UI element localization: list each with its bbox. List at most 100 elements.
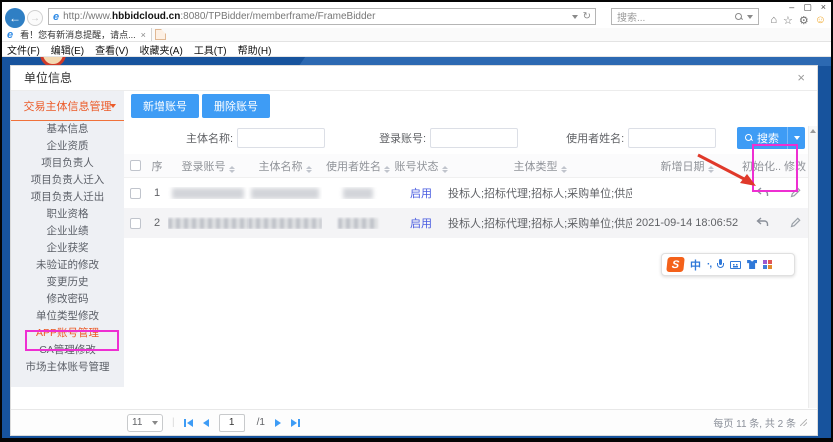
row-checkbox[interactable] [130, 218, 141, 229]
sidebar-item-企业业绩[interactable]: 企业业绩 [11, 223, 124, 240]
chinese-mode-icon[interactable]: 中 [690, 257, 701, 273]
page-size-select[interactable]: 11 [127, 414, 163, 432]
select-all-checkbox[interactable] [130, 160, 141, 171]
column-header-label: 主体类型 [514, 161, 558, 173]
sogou-logo-icon[interactable]: S [666, 257, 685, 272]
search-options-caret-button[interactable] [787, 127, 805, 149]
first-page-button[interactable] [184, 419, 193, 427]
sort-icon[interactable] [561, 166, 567, 173]
column-header-登录账号[interactable]: 登录账号 [168, 158, 248, 174]
search-button[interactable]: 搜索 [737, 127, 787, 149]
microphone-icon[interactable] [717, 259, 724, 270]
add-account-button[interactable]: 新增账号 [131, 94, 199, 118]
search-caret-icon[interactable] [747, 15, 753, 19]
sidebar-item-单位类型修改[interactable]: 单位类型修改 [11, 308, 124, 325]
forward-button[interactable]: → [27, 10, 43, 26]
sort-icon[interactable] [229, 166, 235, 173]
search-placeholder: 搜索... [617, 9, 645, 24]
subject-name-input[interactable] [237, 128, 325, 148]
punctuation-icon[interactable]: ·, [707, 259, 711, 270]
sidebar-item-基本信息[interactable]: 基本信息 [11, 121, 124, 138]
initialize-undo-icon[interactable] [754, 185, 770, 201]
browser-toolbar: ← → e http://www.hbbidcloud.cn:8080/TPBi… [2, 2, 831, 28]
browser-tab[interactable]: e 看！您有新消息提醒，请点... × [2, 28, 152, 41]
column-header-label: 新增日期 [661, 161, 705, 173]
sidebar-item-APP账号管理[interactable]: APP账号管理 [11, 325, 124, 342]
sidebar-item-未验证的修改[interactable]: 未验证的修改 [11, 257, 124, 274]
edit-pencil-icon[interactable] [787, 185, 803, 201]
chevron-down-icon [794, 136, 800, 140]
home-icon[interactable]: ⌂ [770, 14, 777, 27]
skin-tshirt-icon[interactable] [747, 260, 757, 269]
redacted-name-value [251, 188, 319, 199]
sidebar-item-项目负责人迁出[interactable]: 项目负责人迁出 [11, 189, 124, 206]
soft-keyboard-icon[interactable] [730, 261, 741, 269]
settings-gear-icon[interactable]: ⚙ [799, 14, 809, 27]
sort-icon[interactable] [708, 166, 714, 173]
scroll-up-arrow-icon[interactable] [810, 129, 816, 133]
refresh-icon[interactable]: ↻ [583, 11, 591, 22]
back-button[interactable]: ← [5, 8, 25, 28]
menu-item[interactable]: 工具(T) [194, 42, 227, 57]
dialog-close-icon[interactable]: × [797, 66, 805, 90]
tab-close-icon[interactable]: × [141, 30, 146, 40]
address-dropdown-caret[interactable] [572, 15, 578, 19]
next-page-button[interactable] [275, 419, 281, 427]
column-header-主体名称[interactable]: 主体名称 [248, 158, 322, 174]
sidebar-item-变更历史[interactable]: 变更历史 [11, 274, 124, 291]
initialize-undo-icon[interactable] [754, 215, 770, 231]
edit-pencil-icon[interactable] [787, 215, 803, 231]
new-tab-button[interactable] [155, 29, 166, 40]
column-header-label: 修改 [784, 161, 806, 173]
init-cell [742, 185, 782, 202]
row-checkbox[interactable] [130, 188, 141, 199]
sidebar-item-企业资质[interactable]: 企业资质 [11, 138, 124, 155]
menu-item[interactable]: 帮助(H) [238, 42, 272, 57]
sort-icon[interactable] [306, 166, 312, 173]
feedback-smiley-icon[interactable]: ☺ [815, 14, 826, 27]
window-close-button[interactable]: × [821, 2, 826, 13]
column-header-主体类型[interactable]: 主体类型 [448, 158, 632, 174]
last-page-button[interactable] [291, 419, 300, 427]
login-account-input[interactable] [430, 128, 518, 148]
divider: | [172, 417, 175, 428]
browser-window: ← → e http://www.hbbidcloud.cn:8080/TPBi… [0, 0, 833, 442]
toolbox-grid-icon[interactable] [763, 260, 772, 269]
page-background: 单位信息 × 交易主体信息管理 基本信息企业资质项目负责人项目负责人迁入项目负责… [2, 57, 831, 438]
sidebar-group-header[interactable]: 交易主体信息管理 [11, 93, 124, 121]
prev-page-button[interactable] [203, 419, 209, 427]
column-header-新增日期[interactable]: 新增日期 [632, 158, 742, 174]
filter-group: 使用者姓名: [566, 128, 716, 148]
page-number-input[interactable] [219, 414, 245, 432]
vertical-scrollbar[interactable] [808, 126, 817, 408]
menu-item[interactable]: 编辑(E) [51, 42, 84, 57]
sidebar-item-企业获奖[interactable]: 企业获奖 [11, 240, 124, 257]
menu-item[interactable]: 查看(V) [95, 42, 128, 57]
address-bar[interactable]: e http://www.hbbidcloud.cn:8080/TPBidder… [48, 8, 596, 25]
tab-bar: e 看！您有新消息提醒，请点... × [2, 28, 831, 42]
sidebar-item-修改密码[interactable]: 修改密码 [11, 291, 124, 308]
maximize-button[interactable]: ▢ [803, 2, 812, 13]
page-total-label: /1 [257, 417, 265, 428]
menu-item[interactable]: 文件(F) [7, 42, 40, 57]
column-header-label: 主体名称 [259, 161, 303, 173]
delete-account-button[interactable]: 删除账号 [202, 94, 270, 118]
user-name-input[interactable] [628, 128, 716, 148]
search-icon[interactable] [735, 13, 743, 21]
menu-item[interactable]: 收藏夹(A) [139, 42, 182, 57]
sidebar-item-职业资格[interactable]: 职业资格 [11, 206, 124, 223]
minimize-button[interactable]: – [789, 2, 794, 13]
sidebar-item-市场主体账号管理[interactable]: 市场主体账号管理 [11, 359, 124, 376]
favorites-icon[interactable]: ☆ [783, 14, 793, 27]
column-header-初始化...: 初始化... [742, 158, 782, 174]
sidebar-item-CA管理修改[interactable]: CA管理修改 [11, 342, 124, 359]
column-header-修改: 修改 [782, 158, 808, 174]
column-header-使用者姓名[interactable]: 使用者姓名 [322, 158, 394, 174]
sort-icon[interactable] [442, 166, 448, 173]
sidebar-item-项目负责人迁入[interactable]: 项目负责人迁入 [11, 172, 124, 189]
sidebar-item-项目负责人[interactable]: 项目负责人 [11, 155, 124, 172]
browser-search-input[interactable]: 搜索... [611, 8, 759, 25]
subject-type-cell: 投标人;招标代理;招标人;采购单位;供应商;采购代理 [448, 185, 632, 201]
column-header-账号状态[interactable]: 账号状态 [394, 158, 448, 174]
sort-icon[interactable] [384, 166, 390, 173]
